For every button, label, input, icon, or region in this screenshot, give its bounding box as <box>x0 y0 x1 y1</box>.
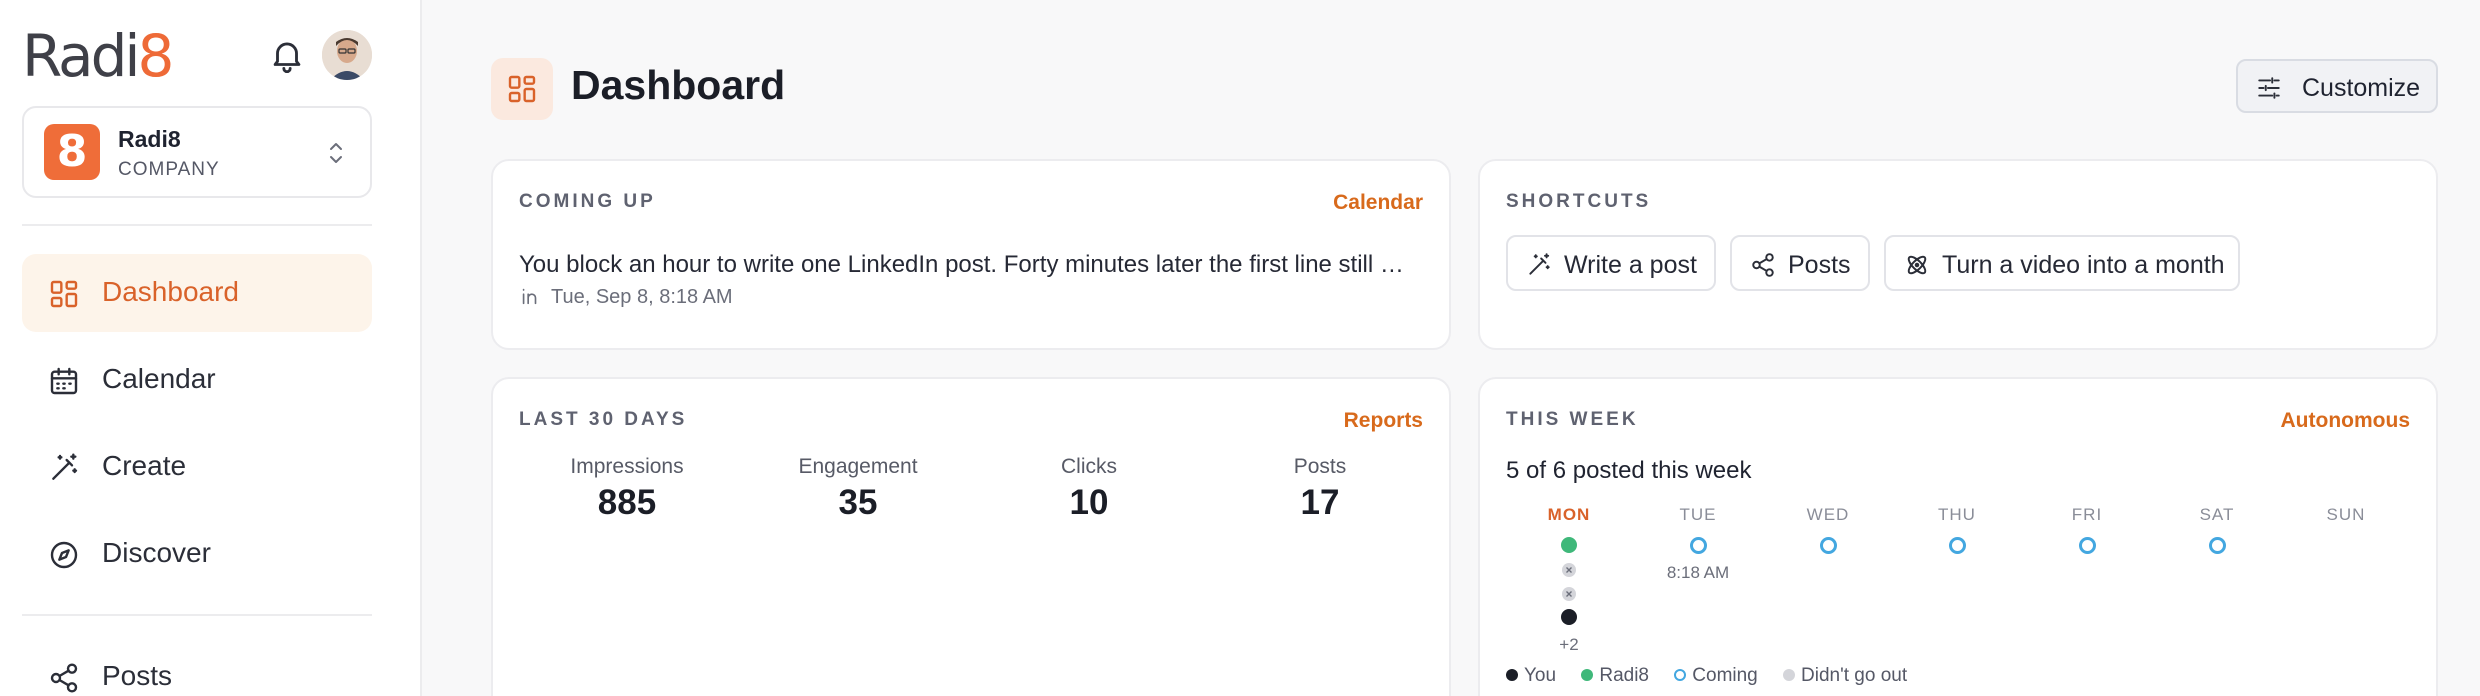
sliders-icon <box>2258 77 2280 99</box>
sidebar-item-label: Create <box>102 450 187 481</box>
bell-icon[interactable] <box>268 36 306 74</box>
shortcuts-card: SHORTCUTS Write a post Posts Turn a vide… <box>1478 159 2438 350</box>
linkedin-icon <box>522 288 537 305</box>
dashboard-icon <box>508 75 536 103</box>
last-30-days-card: LAST 30 DAYS Reports Impressions 885 Enga… <box>491 377 1451 696</box>
company-type: COMPANY <box>118 159 220 180</box>
company-name: Radi8 <box>118 126 181 152</box>
day-column-sat[interactable]: SAT <box>2157 505 2277 554</box>
calendar-icon <box>50 367 78 395</box>
user-avatar[interactable] <box>322 30 372 80</box>
day-column-fri[interactable]: FRI <box>2027 505 2147 554</box>
company-logo: 8 <box>44 124 100 180</box>
post-dot-you[interactable] <box>1561 609 1577 625</box>
day-column-sun[interactable]: SUN <box>2286 505 2406 525</box>
sidebar-item-dashboard[interactable]: Dashboard <box>22 254 372 332</box>
stat-clicks: Clicks 10 <box>1061 455 1117 522</box>
atom-icon <box>1907 255 1927 275</box>
legend-you: You <box>1506 665 1556 686</box>
card-title: COMING UP <box>519 191 656 212</box>
sidebar-item-discover[interactable]: Discover <box>22 515 372 593</box>
magic-wand-icon <box>52 453 78 480</box>
stat-posts: Posts 17 <box>1293 455 1347 522</box>
post-dot-radi8[interactable] <box>1561 537 1577 553</box>
dashboard-icon <box>50 280 78 308</box>
card-title: SHORTCUTS <box>1506 191 1652 212</box>
upcoming-post-meta: Tue, Sep 8, 8:18 AM <box>519 285 733 309</box>
sidebar-item-calendar[interactable]: Calendar <box>22 341 372 419</box>
legend-failed: Didn't go out <box>1783 665 1907 686</box>
sidebar-divider <box>22 614 372 616</box>
post-dot-coming[interactable] <box>1948 537 1966 554</box>
sidebar-item-label: Discover <box>102 537 211 568</box>
legend-radi8: Radi8 <box>1581 665 1649 686</box>
customize-label: Customize <box>2302 74 2421 102</box>
scheduled-time: 8:18 AM <box>1666 563 1730 582</box>
week-summary: 5 of 6 posted this week <box>1506 457 1752 484</box>
posts-shortcut-button[interactable]: Posts <box>1730 235 1870 291</box>
post-dot-failed[interactable] <box>1562 563 1576 577</box>
video-to-month-button[interactable]: Turn a video into a month <box>1884 235 2240 291</box>
day-column-thu[interactable]: THU <box>1897 505 2017 554</box>
page-title: Dashboard <box>571 62 786 108</box>
customize-button[interactable]: Customize <box>2236 59 2438 113</box>
more-posts-count[interactable]: +2 <box>1509 635 1629 655</box>
company-switcher[interactable]: 8 Radi8 COMPANY <box>22 106 372 198</box>
compass-icon <box>50 541 78 569</box>
upcoming-post-text[interactable]: You block an hour to write one LinkedIn … <box>519 251 1404 279</box>
autonomous-link[interactable]: Autonomous <box>2281 409 2410 433</box>
write-post-button[interactable]: Write a post <box>1506 235 1716 291</box>
coming-up-card: COMING UP Calendar You block an hour to … <box>491 159 1451 350</box>
post-dot-coming[interactable] <box>2208 537 2226 554</box>
sidebar-item-label: Dashboard <box>102 276 239 307</box>
sidebar-divider <box>22 224 372 226</box>
sidebar-item-label: Posts <box>102 660 173 691</box>
sidebar: Radi8 8 Radi8 COMPANY Dashboard Calendar… <box>0 0 422 696</box>
sidebar-item-create[interactable]: Create <box>22 428 372 506</box>
sidebar-item-label: Calendar <box>102 363 216 394</box>
post-dot-coming[interactable] <box>1819 537 1837 554</box>
card-title: THIS WEEK <box>1506 409 1639 430</box>
week-legend: You Radi8 Coming Didn't go out <box>1506 665 1927 687</box>
day-column-wed[interactable]: WED <box>1768 505 1888 554</box>
post-dot-failed[interactable] <box>1562 587 1576 601</box>
post-dot-coming[interactable] <box>2078 537 2096 554</box>
card-title: LAST 30 DAYS <box>519 409 688 430</box>
share-icon <box>1752 253 1774 277</box>
sidebar-item-posts[interactable]: Posts <box>22 638 372 696</box>
share-icon <box>50 663 78 693</box>
this-week-card: THIS WEEK Autonomous 5 of 6 posted this … <box>1478 377 2438 696</box>
page-icon <box>491 58 553 120</box>
legend-coming: Coming <box>1674 665 1758 686</box>
stat-impressions: Impressions 885 <box>570 455 684 522</box>
stat-engagement: Engagement 35 <box>798 455 918 522</box>
day-column-tue[interactable]: TUE 8:18 AM <box>1638 505 1758 583</box>
magic-wand-icon <box>1529 253 1550 275</box>
chevron-up-down-icon <box>330 143 342 163</box>
reports-link[interactable]: Reports <box>1344 409 1423 433</box>
calendar-link[interactable]: Calendar <box>1333 191 1423 215</box>
post-dot-coming[interactable] <box>1689 537 1707 554</box>
radi8-logo[interactable]: Radi8 <box>22 26 174 86</box>
day-column-mon[interactable]: MON +2 <box>1509 505 1629 655</box>
